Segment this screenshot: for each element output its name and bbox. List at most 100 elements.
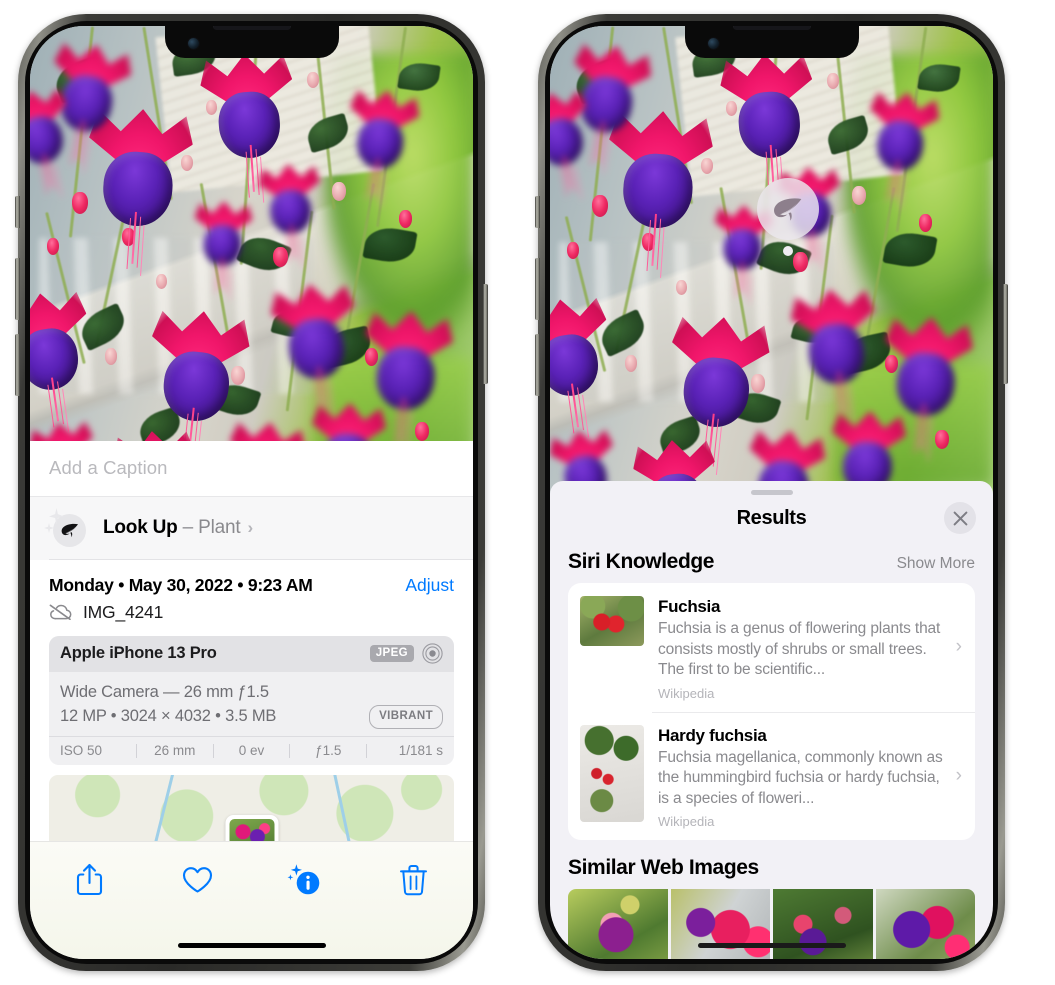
camera-card-header: Apple iPhone 13 Pro JPEG — [49, 635, 454, 672]
camera-size-row: 12 MP • 3024 × 4032 • 3.5 MB VIBRANT — [60, 704, 443, 729]
photo-info-sheet: Add a Caption Look Up – Plant › Monday •… — [30, 440, 473, 959]
icloud-slash-icon — [49, 604, 72, 620]
chevron-right-icon: › — [955, 764, 962, 786]
iphone-right: Results Siri Knowledge Show More Fuchsia… — [535, 14, 1008, 971]
toolbar-safe-area — [30, 917, 473, 959]
share-button[interactable] — [36, 863, 144, 896]
camera-info-card: Apple iPhone 13 Pro JPEG Wide Camera — 2… — [49, 635, 454, 765]
web-image-thumbnail[interactable] — [670, 889, 770, 959]
mute-switch[interactable] — [15, 196, 20, 228]
results-title: Results — [736, 506, 807, 529]
camera-lens-line: Wide Camera — 26 mm ƒ1.5 — [60, 682, 269, 701]
adjust-button[interactable]: Adjust — [405, 575, 454, 596]
home-indicator[interactable] — [177, 943, 326, 948]
power-button[interactable] — [483, 284, 488, 384]
look-up-dash: – — [177, 517, 199, 538]
screen-right: Results Siri Knowledge Show More Fuchsia… — [550, 26, 993, 959]
exif-row: ISO 50 26 mm 0 ev ƒ1.5 1/181 s — [49, 736, 454, 765]
file-format-badge: JPEG — [369, 645, 414, 662]
look-up-row[interactable]: Look Up – Plant › — [30, 496, 473, 560]
camera-aperture-icon — [422, 643, 443, 664]
show-more-button[interactable]: Show More — [897, 555, 975, 573]
exif-aperture: ƒ1.5 — [315, 743, 342, 758]
close-button[interactable] — [944, 502, 976, 534]
front-camera — [187, 38, 199, 49]
knowledge-title: Fuchsia — [658, 597, 721, 616]
photo-toolbar — [30, 841, 473, 917]
chevron-right-icon: › — [955, 636, 962, 658]
filename-row: IMG_4241 — [30, 595, 473, 636]
info-button[interactable] — [252, 863, 360, 897]
exif-shutter: 1/181 s — [398, 743, 443, 758]
mute-switch[interactable] — [535, 196, 540, 228]
similar-web-images-title: Similar Web Images — [568, 856, 759, 880]
leaf-icon — [774, 197, 802, 221]
similar-web-images-grid — [568, 889, 975, 959]
photo-viewer[interactable] — [550, 26, 993, 496]
knowledge-thumbnail — [580, 596, 644, 646]
knowledge-item[interactable]: Hardy fuchsia Fuchsia magellanica, commo… — [568, 711, 975, 841]
screenshot-stage: Add a Caption Look Up – Plant › Monday •… — [0, 0, 1055, 985]
leaf-glyph — [61, 523, 78, 537]
home-indicator[interactable] — [697, 943, 846, 948]
knowledge-source: Wikipedia — [658, 685, 715, 701]
exif-focal: 26 mm — [154, 743, 196, 758]
similar-web-images-header: Similar Web Images — [550, 840, 993, 889]
look-up-subject: Plant — [198, 517, 241, 538]
photographic-style-badge: VIBRANT — [369, 704, 443, 729]
front-camera — [707, 38, 719, 49]
look-up-label: Look Up – Plant — [103, 517, 241, 539]
earpiece-speaker — [732, 26, 811, 30]
share-icon — [77, 863, 103, 896]
exif-exposure: 0 ev — [238, 743, 265, 758]
siri-knowledge-title: Siri Knowledge — [568, 550, 715, 573]
exif-iso: ISO 50 — [60, 743, 103, 758]
volume-up-button[interactable] — [535, 258, 540, 320]
knowledge-thumbnail — [580, 724, 644, 822]
knowledge-item[interactable]: Fuchsia Fuchsia is a genus of flowering … — [568, 583, 975, 712]
caption-placeholder: Add a Caption — [49, 457, 168, 478]
iphone-left: Add a Caption Look Up – Plant › Monday •… — [15, 14, 488, 971]
knowledge-text: Hardy fuchsia Fuchsia magellanica, commo… — [658, 725, 963, 830]
volume-down-button[interactable] — [535, 334, 540, 396]
knowledge-title: Hardy fuchsia — [658, 725, 767, 745]
notch — [684, 26, 859, 58]
knowledge-text: Fuchsia Fuchsia is a genus of flowering … — [658, 596, 963, 701]
knowledge-description: Fuchsia magellanica, commonly known as t… — [658, 748, 943, 807]
results-header: Results — [550, 495, 993, 541]
results-sheet: Results Siri Knowledge Show More Fuchsia… — [550, 481, 993, 959]
knowledge-description: Fuchsia is a genus of flowering plants t… — [658, 620, 941, 679]
caption-field-row[interactable]: Add a Caption — [30, 440, 473, 497]
camera-size-line: 12 MP • 3024 × 4032 • 3.5 MB — [60, 707, 277, 726]
web-image-thumbnail[interactable] — [773, 889, 873, 959]
camera-card-body: Wide Camera — 26 mm ƒ1.5 12 MP • 3024 × … — [49, 672, 454, 737]
location-map[interactable] — [49, 775, 454, 841]
notch — [164, 26, 339, 58]
knowledge-source: Wikipedia — [658, 814, 715, 830]
leaf-icon — [44, 507, 86, 547]
metadata-date-row: Monday • May 30, 2022 • 9:23 AM Adjust — [30, 559, 473, 596]
volume-up-button[interactable] — [15, 258, 20, 320]
trash-icon — [399, 864, 427, 895]
siri-knowledge-header: Siri Knowledge Show More — [550, 541, 993, 583]
earpiece-speaker — [212, 26, 291, 30]
sparkle-small-icon — [44, 522, 54, 533]
photo-date: Monday • May 30, 2022 • 9:23 AM — [49, 574, 313, 595]
web-image-thumbnail[interactable] — [875, 889, 975, 959]
camera-device-name: Apple iPhone 13 Pro — [60, 644, 217, 662]
siri-knowledge-card: Fuchsia Fuchsia is a genus of flowering … — [568, 583, 975, 841]
chevron-right-icon: › — [247, 518, 254, 537]
photo-filename: IMG_4241 — [83, 601, 164, 622]
favorite-button[interactable] — [144, 866, 252, 894]
screen-left: Add a Caption Look Up – Plant › Monday •… — [30, 26, 473, 959]
volume-down-button[interactable] — [15, 334, 20, 396]
look-up-title: Look Up — [103, 517, 178, 538]
photo-viewer[interactable] — [30, 26, 473, 486]
look-up-badge[interactable] — [757, 178, 819, 240]
delete-button[interactable] — [359, 864, 467, 896]
heart-icon — [183, 866, 213, 893]
map-photo-pin[interactable] — [225, 815, 278, 841]
close-icon — [953, 511, 967, 525]
web-image-thumbnail[interactable] — [568, 889, 668, 959]
power-button[interactable] — [1003, 284, 1008, 384]
